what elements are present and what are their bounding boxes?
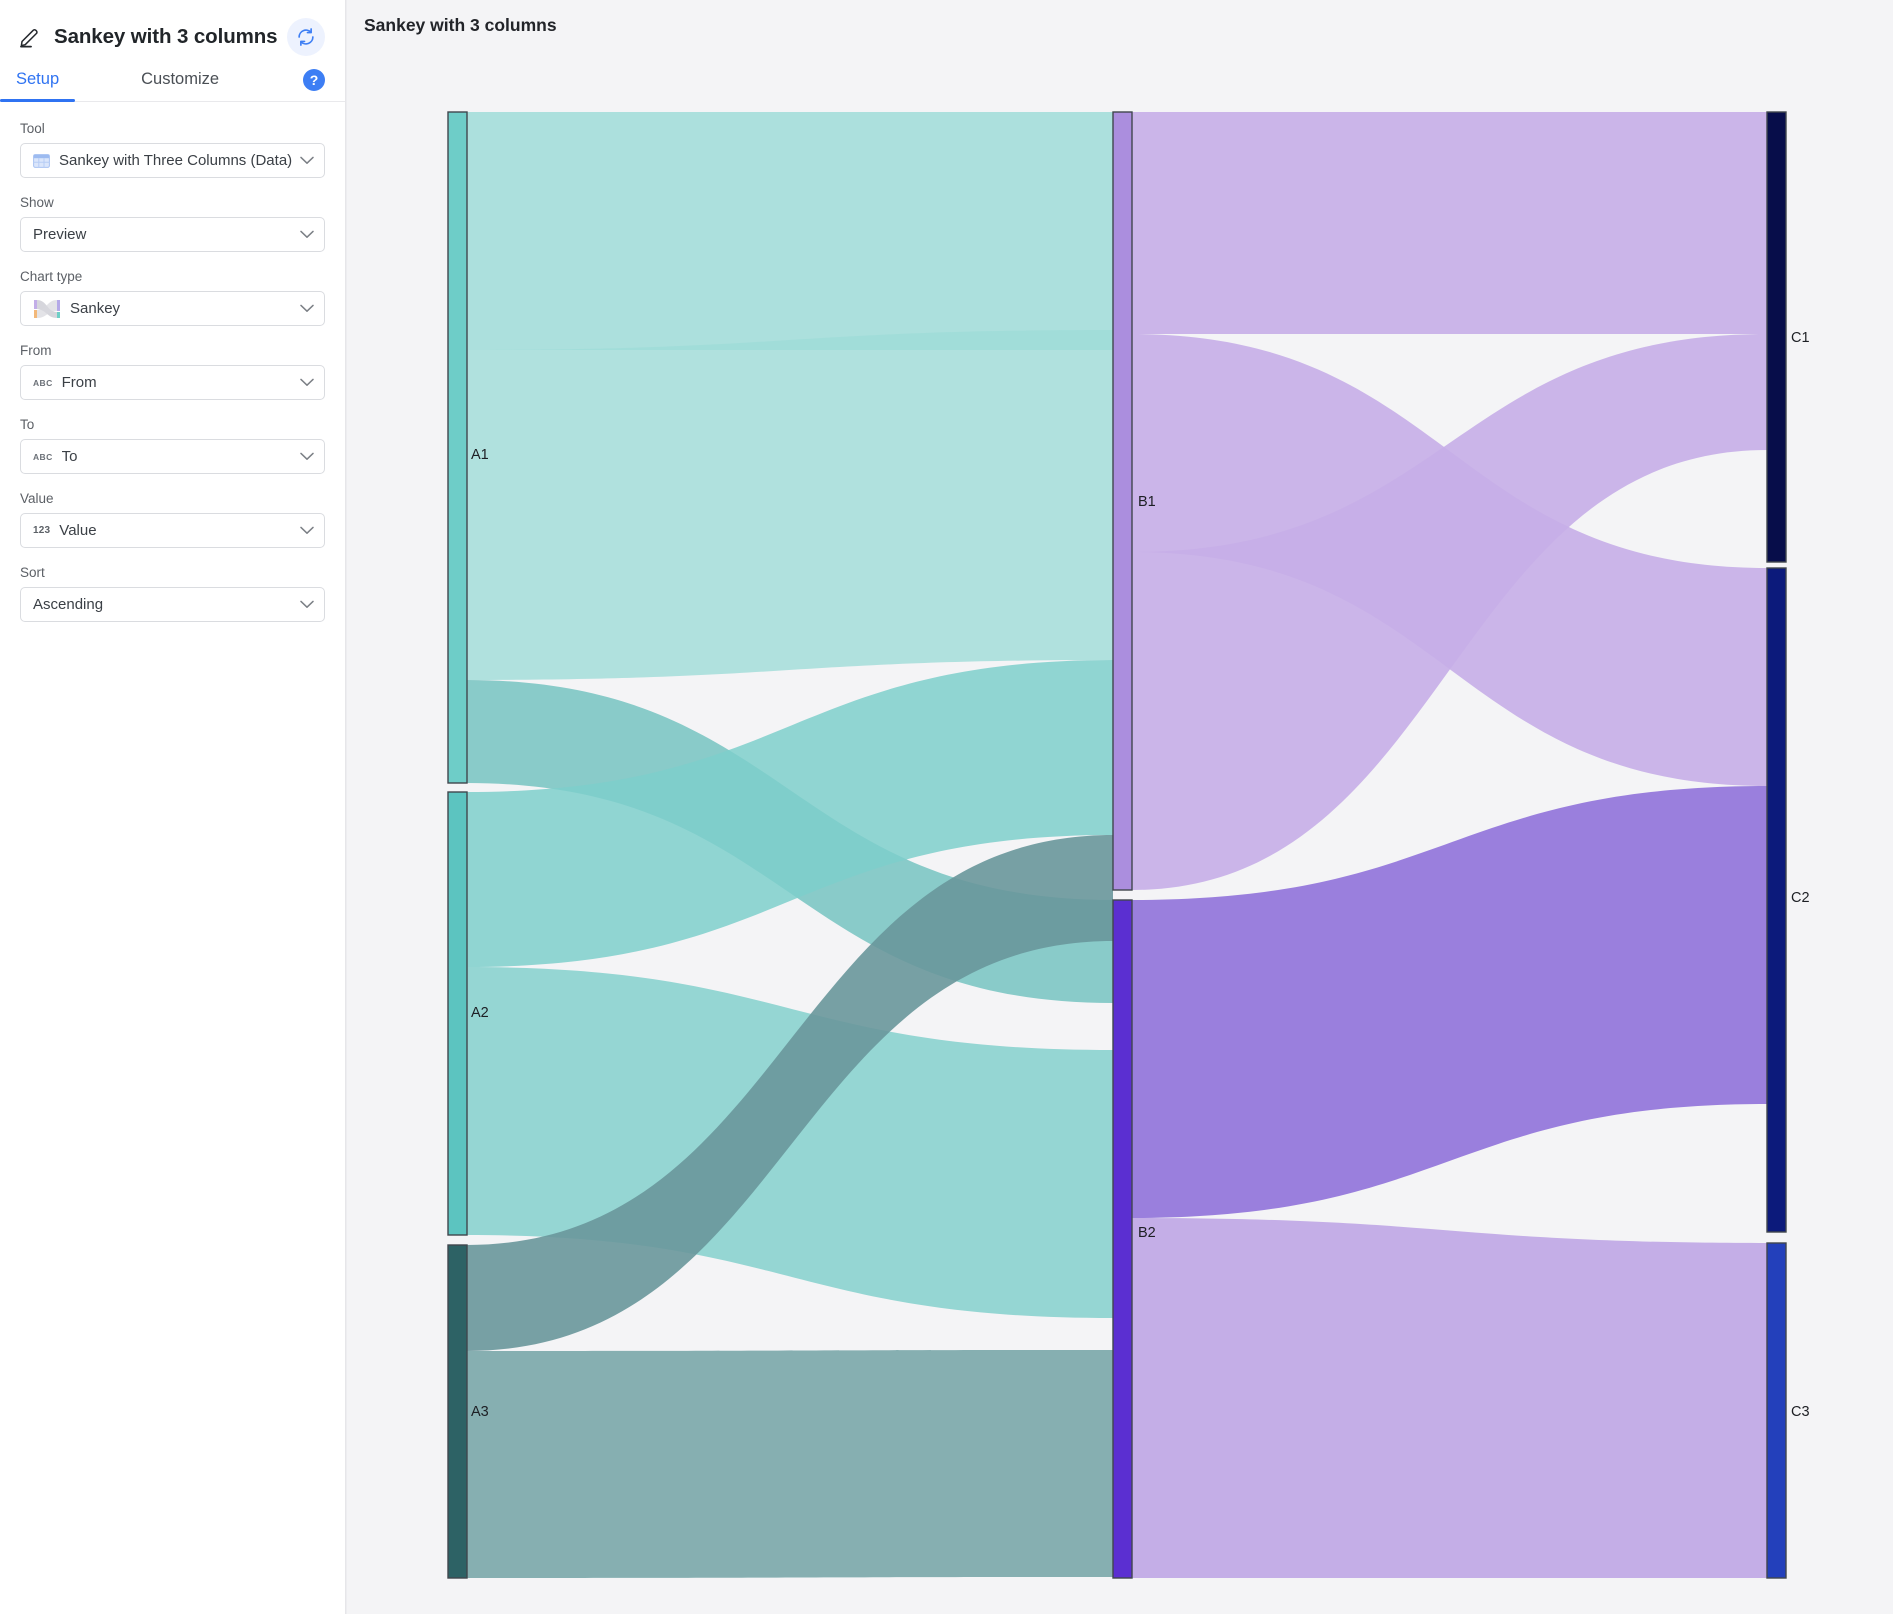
pencil-icon[interactable] (18, 25, 42, 49)
sankey-link[interactable] (467, 1350, 1113, 1578)
sankey-link[interactable] (467, 112, 1113, 350)
sankey-node-label-c1: C1 (1791, 330, 1810, 346)
chart-title: Sankey with 3 columns (364, 15, 557, 35)
app-root: Sankey with 3 columns Setup Customize ? … (0, 0, 1893, 1614)
field-label-chart-type: Chart type (20, 269, 83, 284)
abc-icon: ABC (33, 451, 53, 462)
field-tool: Tool Sankey with Three Columns (Data) (20, 120, 325, 178)
sankey-node-c2[interactable] (1766, 567, 1787, 1233)
field-label-to: To (20, 417, 35, 432)
from-value: From (61, 374, 97, 391)
sort-select[interactable]: Ascending (20, 587, 325, 622)
value-value: Value (59, 522, 97, 539)
123-icon: 123 (33, 524, 51, 536)
sankey-node-label-a2: A2 (471, 1005, 489, 1021)
show-select[interactable]: Preview (20, 217, 325, 252)
from-select[interactable]: ABC From (20, 365, 325, 400)
sankey-node-a2[interactable] (447, 791, 468, 1236)
field-value: Value 123 Value (20, 490, 325, 548)
chevron-down-icon (300, 226, 314, 244)
sankey-svg[interactable]: A1 A2 A3 B1 B2 C1 C2 C3 (347, 48, 1893, 1614)
sort-value: Ascending (33, 596, 104, 613)
field-to: To ABC To (20, 416, 325, 474)
sankey-node-b1[interactable] (1112, 111, 1133, 891)
field-sort: Sort Ascending (20, 564, 325, 622)
sankey-node-b2[interactable] (1112, 899, 1133, 1579)
tab-customize[interactable]: Customize (133, 70, 227, 101)
value-select[interactable]: 123 Value (20, 513, 325, 548)
sankey-node-label-a1: A1 (471, 447, 489, 463)
table-icon (33, 153, 50, 168)
to-value: To (61, 448, 78, 465)
tool-select[interactable]: Sankey with Three Columns (Data) (20, 143, 325, 178)
to-select[interactable]: ABC To (20, 439, 325, 474)
chevron-down-icon (300, 374, 314, 392)
tab-setup[interactable]: Setup (0, 70, 76, 102)
chart-panel: Sankey with 3 columns A1 A2 A3 B1 B2 C1 C2 C3 (346, 0, 1893, 1614)
sankey-thumb-icon (33, 299, 61, 319)
chart-type-select[interactable]: Sankey (20, 291, 325, 326)
tool-value: Sankey with Three Columns (Data) (59, 152, 293, 169)
show-value: Preview (33, 226, 87, 243)
field-label-tool: Tool (20, 121, 45, 136)
sankey-chart[interactable]: A1 A2 A3 B1 B2 C1 C2 C3 (347, 48, 1893, 1614)
field-chart-type: Chart type Sankey (20, 268, 325, 326)
page-title: Sankey with 3 columns (54, 25, 278, 48)
sankey-node-label-c3: C3 (1791, 1404, 1810, 1420)
field-label-value: Value (20, 491, 54, 506)
refresh-icon (298, 28, 314, 46)
chevron-down-icon (300, 522, 314, 540)
field-show: Show Preview (20, 194, 325, 252)
chevron-down-icon (300, 152, 314, 170)
sankey-node-label-c2: C2 (1791, 890, 1810, 906)
help-icon[interactable]: ? (303, 69, 325, 91)
sankey-node-label-a3: A3 (471, 1404, 489, 1420)
sidebar-form: Tool Sankey with Three Columns (Data) Sh… (0, 102, 345, 622)
sankey-node-a3[interactable] (447, 1244, 468, 1579)
sankey-link[interactable] (1132, 1218, 1767, 1578)
refresh-button[interactable] (287, 18, 325, 56)
sankey-node-c3[interactable] (1766, 1242, 1787, 1579)
field-label-show: Show (20, 195, 54, 210)
sankey-link[interactable] (1132, 112, 1767, 334)
field-label-from: From (20, 343, 52, 358)
field-from: From ABC From (20, 342, 325, 400)
abc-icon: ABC (33, 377, 53, 388)
chevron-down-icon (300, 596, 314, 614)
sankey-node-label-b1: B1 (1138, 494, 1156, 510)
chevron-down-icon (300, 300, 314, 318)
sidebar-tabs: Setup Customize ? (0, 56, 345, 102)
sankey-link[interactable] (467, 330, 1113, 680)
sidebar: Sankey with 3 columns Setup Customize ? … (0, 0, 346, 1614)
chart-type-value: Sankey (70, 300, 121, 317)
chevron-down-icon (300, 448, 314, 466)
sankey-node-c1[interactable] (1766, 111, 1787, 563)
sidebar-header: Sankey with 3 columns (0, 0, 345, 56)
sankey-node-a1[interactable] (447, 111, 468, 784)
sankey-node-label-b2: B2 (1138, 1225, 1156, 1241)
field-label-sort: Sort (20, 565, 45, 580)
